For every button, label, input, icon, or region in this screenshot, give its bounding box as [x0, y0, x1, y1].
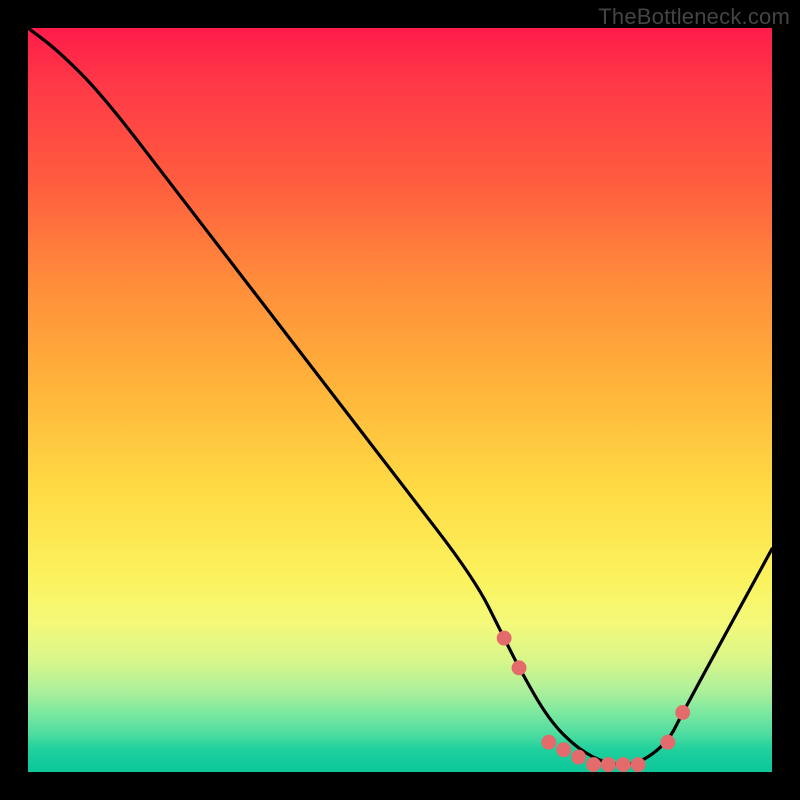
marked-point	[616, 757, 631, 772]
bottleneck-curve	[28, 28, 772, 765]
marked-point	[512, 660, 527, 675]
marked-point	[586, 757, 601, 772]
marked-point	[660, 735, 675, 750]
marked-point	[631, 757, 646, 772]
plot-area	[28, 28, 772, 772]
marked-point	[571, 750, 586, 765]
chart-overlay	[28, 28, 772, 772]
chart-frame: TheBottleneck.com	[0, 0, 800, 800]
marked-points	[497, 631, 690, 772]
marked-point	[601, 757, 616, 772]
marked-point	[675, 705, 690, 720]
marked-point	[556, 742, 571, 757]
attribution-text: TheBottleneck.com	[598, 4, 790, 30]
marked-point	[541, 735, 556, 750]
marked-point	[497, 631, 512, 646]
